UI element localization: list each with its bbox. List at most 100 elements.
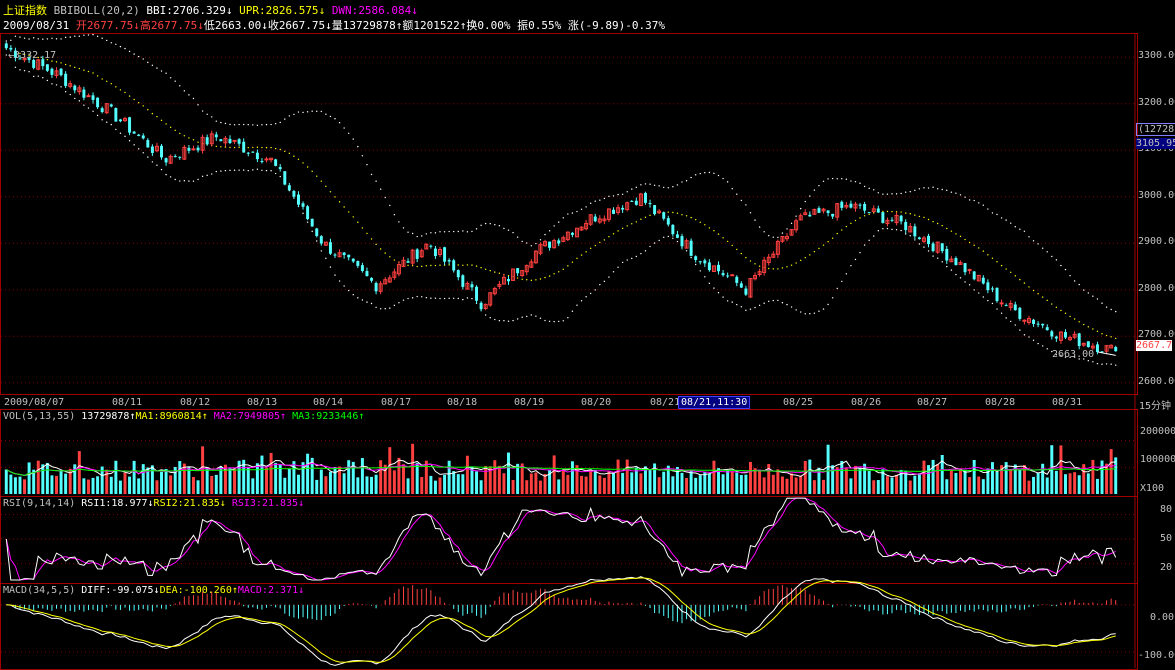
upper-band-point [690, 176, 692, 179]
lower-band-point [1014, 324, 1016, 326]
upper-band-point [14, 35, 17, 38]
bbi-point [238, 146, 240, 149]
lower-band-point [562, 320, 564, 322]
volume-bar [36, 460, 40, 494]
upper-band-point [539, 239, 542, 241]
lower-band-point [1019, 329, 1021, 331]
lower-band-point [667, 235, 669, 238]
lower-band-point [389, 307, 391, 309]
volume-bar [169, 475, 173, 494]
upper-band-point [589, 202, 592, 204]
lower-band-point [644, 250, 647, 252]
upper-band-point [411, 232, 414, 235]
macd-value: 2.371 [267, 585, 299, 596]
volume-bar [529, 473, 533, 494]
bbi-point [425, 265, 428, 267]
lower-band-point [142, 152, 144, 154]
candle-down [995, 287, 999, 302]
candle-down [128, 117, 132, 133]
upper-band-point [183, 90, 186, 92]
lower-band-point [503, 319, 505, 322]
kline-chart[interactable] [0, 0, 1175, 669]
bbi-point [197, 141, 199, 143]
upper-band-point [106, 39, 108, 42]
lower-band-point [621, 261, 624, 264]
upper-band-point [119, 45, 122, 48]
period-label[interactable]: 15分钟 [1139, 397, 1171, 412]
bbi-point [1028, 286, 1030, 288]
candle-down [96, 97, 100, 108]
upper-band-point [83, 34, 85, 36]
rsi-tick-80: 80 [1160, 504, 1173, 515]
upper-band-point [895, 193, 898, 195]
upper-band-point [667, 187, 669, 189]
volume-bar [511, 480, 515, 494]
bbi-point [768, 267, 770, 270]
volume-bar [77, 451, 81, 494]
upper-band-point [252, 124, 254, 126]
bbi-point [626, 225, 628, 227]
volume-bar [502, 473, 506, 494]
upper-band-point [909, 191, 911, 193]
volume-bar [1032, 476, 1036, 494]
lower-band-point [1105, 363, 1108, 365]
bbi-point [1023, 282, 1026, 284]
volume-bar [1059, 445, 1063, 494]
down-arrow-icon: ↓ [219, 498, 226, 509]
candle-down [370, 277, 374, 281]
upper-band-point [19, 36, 21, 38]
volume-bar [128, 476, 132, 494]
lower-band-point [439, 297, 441, 300]
bbi-point [635, 221, 638, 223]
candle-down [278, 167, 282, 170]
lower-band-point [238, 169, 240, 171]
candle-down [557, 240, 561, 244]
lower-band-point [261, 169, 263, 171]
volume-bar [1068, 473, 1072, 494]
volume-bar [867, 471, 871, 494]
lower-band-point [900, 229, 902, 232]
upper-band-point [681, 181, 683, 183]
lower-band-point [704, 276, 706, 278]
bbi-point [850, 222, 852, 225]
volume-bar [972, 459, 976, 494]
macd-title: MACD(34,5,5) [3, 585, 76, 596]
bbi-point [726, 240, 729, 243]
rsi2-label: RSI2: [153, 498, 184, 509]
lower-band-point [781, 302, 784, 304]
upper-band-point [60, 38, 62, 40]
bbi-point [494, 271, 496, 273]
candle-down [406, 261, 410, 263]
upper-band-point [384, 196, 386, 199]
rsi1-value: 18.977 [111, 498, 148, 509]
bbi-point [822, 244, 825, 246]
upper-band-point [631, 188, 633, 190]
volume-bar [315, 479, 319, 494]
candle-down [315, 228, 319, 236]
bbi-point [1010, 271, 1012, 273]
candle-down [214, 134, 218, 138]
candle-down [931, 243, 935, 252]
upper-band-point [927, 187, 930, 189]
lower-band-point [827, 303, 829, 306]
upper-band-point [717, 174, 720, 177]
volume-bar [246, 466, 250, 494]
volume-bar [59, 470, 63, 494]
upper-band-point [526, 242, 528, 244]
upper-band-point [649, 183, 651, 185]
cursor-date-label[interactable]: 08/21,11:30 [678, 396, 751, 409]
lower-band-point [740, 306, 743, 308]
upper-band-point [521, 240, 523, 243]
upper-band-point [850, 180, 852, 182]
volume-bar [1054, 470, 1058, 494]
lower-band-point [580, 300, 583, 302]
bbi-point [119, 89, 122, 91]
upper-band-point [836, 178, 838, 180]
upper-band-point [1041, 247, 1044, 249]
upper-band-point [567, 213, 569, 215]
lower-band-point [179, 180, 181, 182]
candle-down [671, 224, 675, 235]
volume-bar [214, 474, 218, 494]
lower-band-point [914, 239, 916, 241]
volume-bar [374, 474, 378, 494]
